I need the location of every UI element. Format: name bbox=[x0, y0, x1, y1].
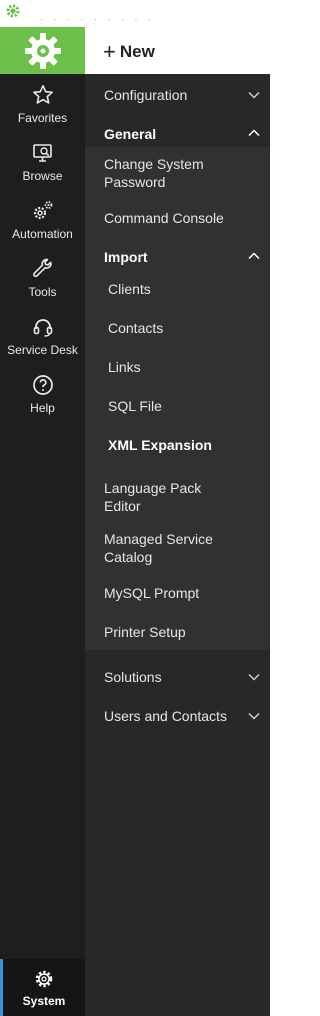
help-circle-icon bbox=[32, 375, 53, 395]
new-bar: + New bbox=[85, 27, 270, 74]
rail-item-service-desk[interactable]: Service Desk bbox=[0, 315, 85, 371]
monitor-search-icon bbox=[32, 144, 52, 162]
headset-icon bbox=[33, 319, 52, 337]
rail-item-automation[interactable]: Automation bbox=[0, 199, 85, 255]
rail-label: Tools bbox=[28, 285, 57, 299]
wrench-icon bbox=[32, 258, 52, 278]
general-submenu: Change System Password Command Console I… bbox=[85, 147, 270, 650]
rail-item-favorites[interactable]: Favorites bbox=[0, 83, 85, 139]
chevron-down-icon[interactable] bbox=[248, 91, 260, 99]
window-title: · · · · · · · · · bbox=[40, 14, 155, 24]
app-gear-icon bbox=[6, 4, 20, 18]
rail-item-system[interactable]: System bbox=[0, 959, 85, 1016]
menu-users-and-contacts[interactable]: Users and Contacts bbox=[104, 707, 227, 725]
star-icon bbox=[32, 85, 53, 104]
menu-import-clients[interactable]: Clients bbox=[108, 280, 151, 298]
menu-command-console[interactable]: Command Console bbox=[104, 209, 224, 227]
menu-managed-service-catalog[interactable]: Managed Service Catalog bbox=[104, 530, 229, 566]
chevron-down-icon[interactable] bbox=[248, 673, 260, 681]
plus-icon: + bbox=[103, 39, 116, 64]
chevron-down-icon[interactable] bbox=[248, 712, 260, 720]
logo-gear-icon bbox=[24, 32, 61, 69]
menu-mysql-prompt[interactable]: MySQL Prompt bbox=[104, 584, 199, 602]
menu-import-links[interactable]: Links bbox=[108, 358, 141, 376]
nav-rail: Favorites Browse Automation Tools Servic… bbox=[0, 27, 85, 1016]
logo-tile[interactable] bbox=[0, 27, 85, 74]
menu-language-pack-editor[interactable]: Language Pack Editor bbox=[104, 479, 224, 515]
menu-printer-setup[interactable]: Printer Setup bbox=[104, 623, 186, 641]
rail-label: System bbox=[22, 994, 66, 1008]
gear-icon bbox=[35, 970, 53, 988]
menu-solutions[interactable]: Solutions bbox=[104, 668, 162, 686]
new-button-label: New bbox=[119, 42, 155, 61]
rail-label: Help bbox=[30, 401, 55, 415]
rail-label: Automation bbox=[12, 227, 73, 241]
new-button[interactable]: + New bbox=[103, 39, 155, 65]
rail-label: Service Desk bbox=[7, 343, 78, 357]
title-bar: · · · · · · · · · bbox=[0, 0, 270, 27]
rail-item-tools[interactable]: Tools bbox=[0, 257, 85, 313]
menu-import[interactable]: Import bbox=[104, 248, 148, 266]
rail-label: Favorites bbox=[17, 111, 68, 125]
gears-icon bbox=[33, 201, 52, 220]
menu-import-contacts[interactable]: Contacts bbox=[108, 319, 163, 337]
menu-change-system-password[interactable]: Change System Password bbox=[104, 155, 244, 191]
menu-configuration[interactable]: Configuration bbox=[104, 86, 187, 104]
menu-import-sql-file[interactable]: SQL File bbox=[108, 397, 162, 415]
rail-item-browse[interactable]: Browse bbox=[0, 141, 85, 197]
chevron-up-icon[interactable] bbox=[248, 129, 260, 137]
menu-general[interactable]: General bbox=[104, 125, 156, 143]
chevron-up-icon[interactable] bbox=[248, 252, 260, 260]
menu-import-xml-expansion[interactable]: XML Expansion bbox=[108, 436, 212, 454]
rail-item-help[interactable]: Help bbox=[0, 373, 85, 429]
rail-label: Browse bbox=[22, 169, 63, 183]
system-menu: Configuration General Change System Pass… bbox=[85, 74, 270, 1016]
